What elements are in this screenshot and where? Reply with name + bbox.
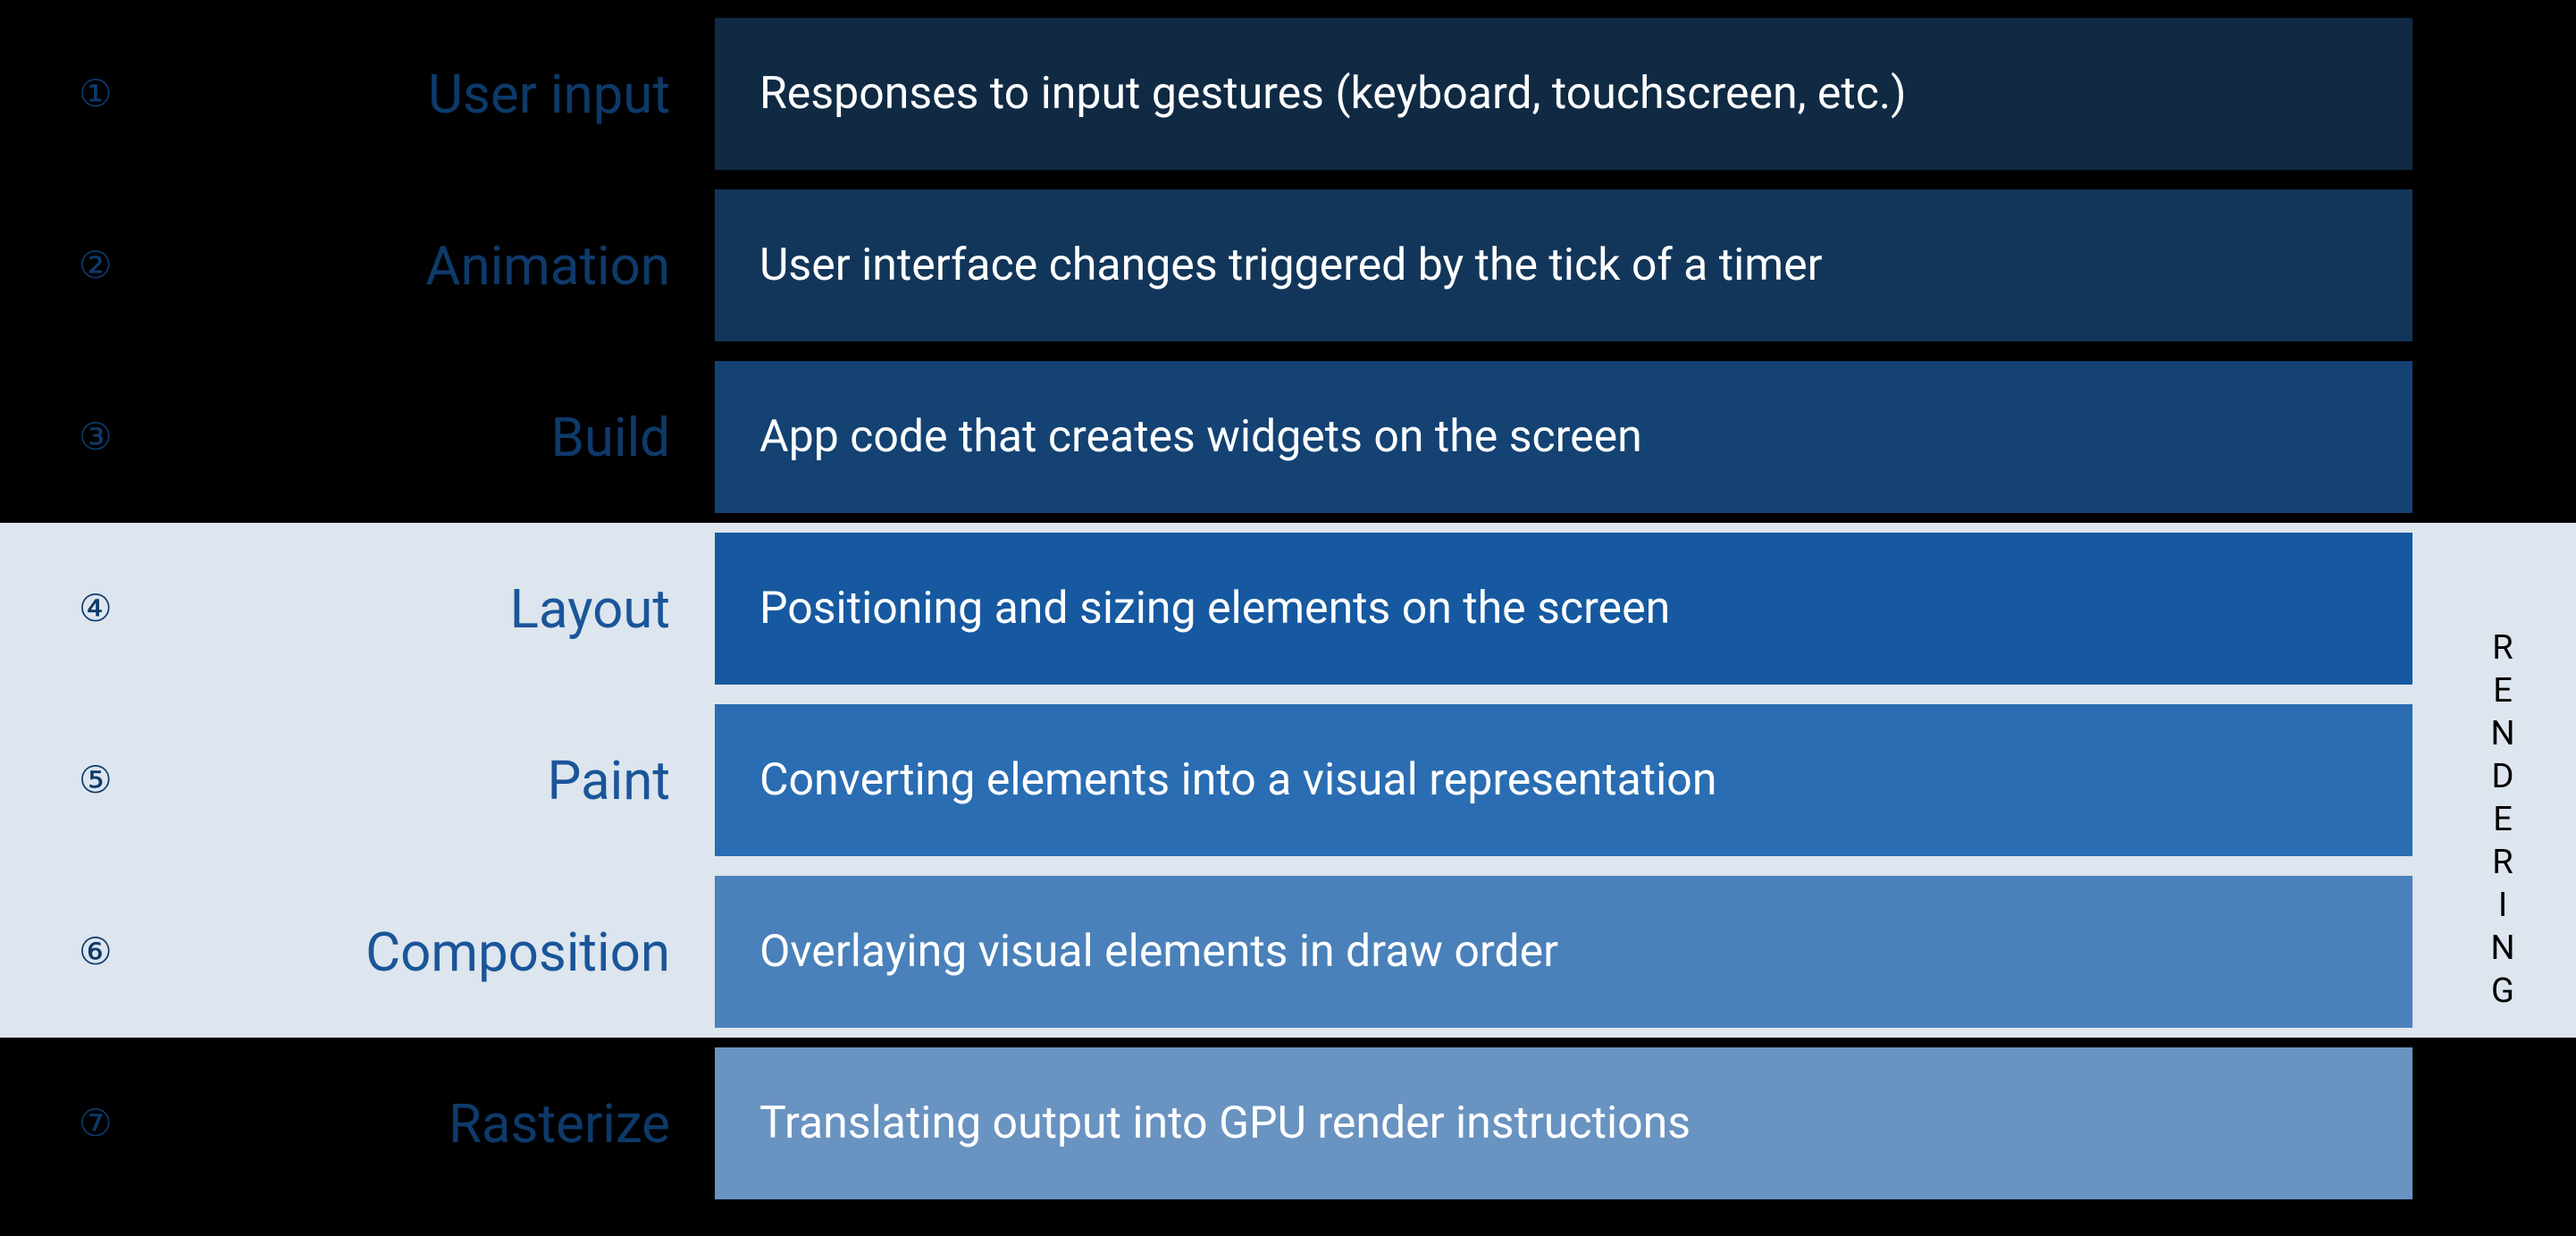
pipeline-diagram: RENDERING ① User input Responses to inpu… xyxy=(0,0,2576,1236)
pipeline-row-animation: ② Animation User interface changes trigg… xyxy=(0,189,2576,341)
step-label: Animation xyxy=(152,234,715,298)
step-number: ② xyxy=(0,243,152,288)
step-description: Translating output into GPU render instr… xyxy=(715,1047,2412,1199)
pipeline-row-composition: ⑥ Composition Overlaying visual elements… xyxy=(0,876,2576,1028)
step-description: Overlaying visual elements in draw order xyxy=(715,876,2412,1028)
step-description: Converting elements into a visual repres… xyxy=(715,704,2412,856)
step-label: Build xyxy=(152,406,715,469)
step-description: App code that creates widgets on the scr… xyxy=(715,361,2412,513)
step-description: User interface changes triggered by the … xyxy=(715,189,2412,341)
step-number: ⑤ xyxy=(0,758,152,803)
pipeline-row-paint: ⑤ Paint Converting elements into a visua… xyxy=(0,704,2576,856)
step-number: ③ xyxy=(0,415,152,459)
rows-wrapper: RENDERING ① User input Responses to inpu… xyxy=(0,18,2576,1199)
step-number: ① xyxy=(0,71,152,116)
step-label: Paint xyxy=(152,749,715,812)
pipeline-row-build: ③ Build App code that creates widgets on… xyxy=(0,361,2576,513)
step-number: ⑦ xyxy=(0,1101,152,1146)
step-label: Layout xyxy=(152,577,715,641)
pipeline-row-layout: ④ Layout Positioning and sizing elements… xyxy=(0,533,2576,685)
pipeline-row-user-input: ① User input Responses to input gestures… xyxy=(0,18,2576,170)
pipeline-row-rasterize: ⑦ Rasterize Translating output into GPU … xyxy=(0,1047,2576,1199)
step-description: Positioning and sizing elements on the s… xyxy=(715,533,2412,685)
step-description: Responses to input gestures (keyboard, t… xyxy=(715,18,2412,170)
step-number: ④ xyxy=(0,586,152,631)
step-label: Composition xyxy=(152,921,715,984)
step-number: ⑥ xyxy=(0,929,152,974)
rendering-group-label: RENDERING xyxy=(2483,628,2522,1014)
step-label: Rasterize xyxy=(152,1092,715,1156)
step-label: User input xyxy=(152,63,715,126)
